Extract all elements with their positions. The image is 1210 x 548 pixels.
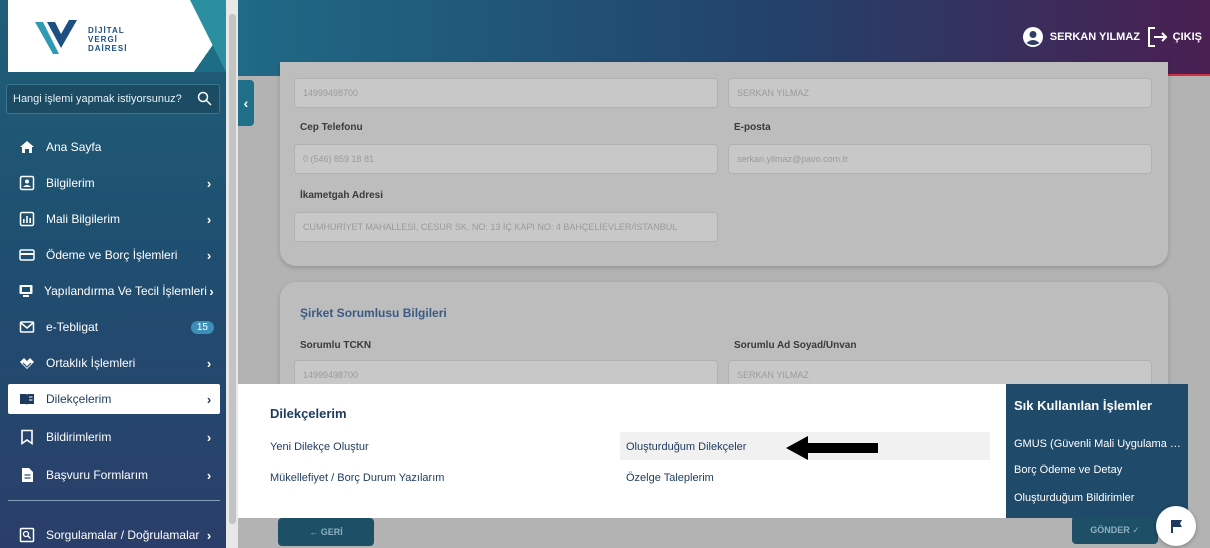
chevron-left-icon: ‹ <box>243 95 249 111</box>
handshake-icon <box>18 354 36 372</box>
chevron-right-icon: › <box>206 467 212 483</box>
sidebar-scroll-thumb[interactable] <box>229 14 236 524</box>
home-icon <box>18 138 36 156</box>
sidebar-item-label: Başvuru Formlarım <box>46 468 149 482</box>
search-box <box>6 84 220 114</box>
sidebar-item-ortaklik[interactable]: Ortaklık İşlemleri › <box>8 348 220 378</box>
phone-field[interactable]: 0 (546) 859 18 81 <box>294 144 718 174</box>
sidebar-item-basvuru-formlarim[interactable]: Başvuru Formlarım › <box>8 460 220 490</box>
frequent-actions-title: Sık Kullanılan İşlemler <box>1014 398 1152 413</box>
sidebar-item-bildirimlerim[interactable]: Bildirimlerim › <box>8 422 220 452</box>
submenu-link-new-petition[interactable]: Yeni Dilekçe Oluştur <box>270 441 369 453</box>
sidebar-item-sorgulamalar[interactable]: Sorgulamalar / Doğrulamalar › <box>8 520 220 548</box>
name-field[interactable]: SERKAN YILMAZ <box>728 78 1152 108</box>
sidebar-item-label: Bilgilerim <box>46 176 95 190</box>
pointer-arrow-icon <box>786 436 878 460</box>
frequent-actions-panel: Sık Kullanılan İşlemler GMUS (Güvenli Ma… <box>1006 384 1188 518</box>
frequent-action-debt-payment[interactable]: Borç Ödeme ve Detay <box>1014 464 1184 476</box>
sidebar-collapse-button[interactable]: ‹ <box>238 80 254 126</box>
logo[interactable]: DİJİTAL VERGİ DAİRESİ <box>8 0 226 72</box>
search-input[interactable] <box>13 93 197 105</box>
sidebar-item-ana-sayfa[interactable]: Ana Sayfa <box>8 132 220 162</box>
sidebar-divider <box>8 500 220 501</box>
submenu-link-status-letters[interactable]: Mükellefiyet / Borç Durum Yazılarım <box>270 472 444 484</box>
sidebar-item-bilgilerim[interactable]: Bilgilerim › <box>8 168 220 198</box>
address-label: İkametgah Adresi <box>300 190 383 201</box>
id-card-icon <box>18 174 36 192</box>
sidebar-item-label: Sorgulamalar / Doğrulamalar <box>46 528 200 542</box>
phone-label: Cep Telefonu <box>300 122 363 133</box>
logo-line-2: VERGİ <box>88 35 118 44</box>
sidebar-item-label: Dilekçelerim <box>46 392 112 406</box>
chevron-right-icon: › <box>206 175 212 191</box>
chevron-right-icon: › <box>206 247 212 263</box>
logo-line-3: DAİRESİ <box>88 44 128 53</box>
chevron-right-icon: › <box>206 391 212 407</box>
sidebar-item-yapilandirma[interactable]: Yapılandırma Ve Tecil İşlemleri › <box>8 276 220 306</box>
submenu-title: Dilekçelerim <box>270 406 347 421</box>
sidebar-item-label: Ortaklık İşlemleri <box>46 356 136 370</box>
submenu-link-my-petitions[interactable]: Oluşturduğum Dilekçeler <box>626 441 746 453</box>
chevron-right-icon: › <box>206 355 212 371</box>
credit-card-icon <box>18 246 36 264</box>
back-button[interactable]: ← GERİ <box>278 518 374 546</box>
mail-icon <box>18 318 36 336</box>
feedback-button[interactable] <box>1156 506 1196 546</box>
frequent-action-my-notifications[interactable]: Oluşturduğum Bildirimler <box>1014 492 1184 504</box>
logout-icon <box>1147 27 1168 47</box>
logout-button[interactable]: ÇIKIŞ <box>1147 26 1202 48</box>
user-avatar-icon <box>1022 27 1043 47</box>
section-title-company: Şirket Sorumlusu Bilgileri <box>300 306 447 320</box>
logout-label: ÇIKIŞ <box>1172 31 1202 43</box>
address-field[interactable]: CUMHURİYET MAHALLESİ, CESUR SK. NO: 13 İ… <box>294 212 718 242</box>
sidebar-item-label: e-Tebligat <box>46 320 99 334</box>
sidebar-item-label: Mali Bilgilerim <box>46 212 121 226</box>
bookmark-icon <box>18 428 36 446</box>
sidebar-item-label: Ödeme ve Borç İşlemleri <box>46 248 178 262</box>
chevron-right-icon: › <box>206 527 212 543</box>
frequent-action-gmus[interactable]: GMUS (Güvenli Mali Uygulama Sistemi) <box>1014 438 1184 450</box>
tckn-field[interactable]: 14999498700 <box>294 78 718 108</box>
sidebar: DİJİTAL VERGİ DAİRESİ Ana Sayfa Bilgiler… <box>0 0 226 548</box>
chevron-right-icon: › <box>206 211 212 227</box>
sidebar-item-mali-bilgilerim[interactable]: Mali Bilgilerim › <box>8 204 220 234</box>
responsible-tckn-label: Sorumlu TCKN <box>300 340 372 351</box>
sidebar-item-label: Yapılandırma Ve Tecil İşlemleri <box>44 284 207 298</box>
sidebar-item-label: Bildirimlerim <box>46 430 112 444</box>
user-name: SERKAN YILMAZ <box>1049 31 1140 43</box>
submenu-link-ruling-requests[interactable]: Özelge Taleplerim <box>626 472 714 484</box>
flag-icon <box>1171 520 1182 533</box>
search-icon[interactable] <box>197 91 213 107</box>
logo-line-1: DİJİTAL <box>88 26 125 35</box>
document-icon <box>18 466 36 484</box>
bar-chart-icon <box>18 210 36 228</box>
responsible-name-label: Sorumlu Ad Soyad/Unvan <box>734 340 857 351</box>
sidebar-item-label: Ana Sayfa <box>46 140 102 154</box>
user-menu[interactable]: SERKAN YILMAZ <box>1022 26 1140 48</box>
sidebar-item-dilekcelerim[interactable]: Dilekçelerim › <box>8 384 220 414</box>
chevron-right-icon: › <box>209 283 214 299</box>
send-button[interactable]: GÖNDER ✓ <box>1072 516 1158 544</box>
search-doc-icon <box>18 526 36 544</box>
email-label: E-posta <box>734 122 771 133</box>
monitor-icon <box>18 282 34 300</box>
dilekcelerim-submenu: Dilekçelerim Yeni Dilekçe Oluştur Oluştu… <box>238 384 1006 518</box>
book-icon <box>18 390 36 408</box>
sidebar-item-e-tebligat[interactable]: e-Tebligat 15 <box>8 312 220 342</box>
logo-mark-icon <box>35 20 77 54</box>
chevron-right-icon: › <box>206 429 212 445</box>
email-field[interactable]: serkan.yilmaz@pavo.com.tr <box>728 144 1152 174</box>
notification-count-badge: 15 <box>190 320 214 334</box>
logo-text: DİJİTAL VERGİ DAİRESİ <box>88 26 127 53</box>
sidebar-item-odeme-borc[interactable]: Ödeme ve Borç İşlemleri › <box>8 240 220 270</box>
